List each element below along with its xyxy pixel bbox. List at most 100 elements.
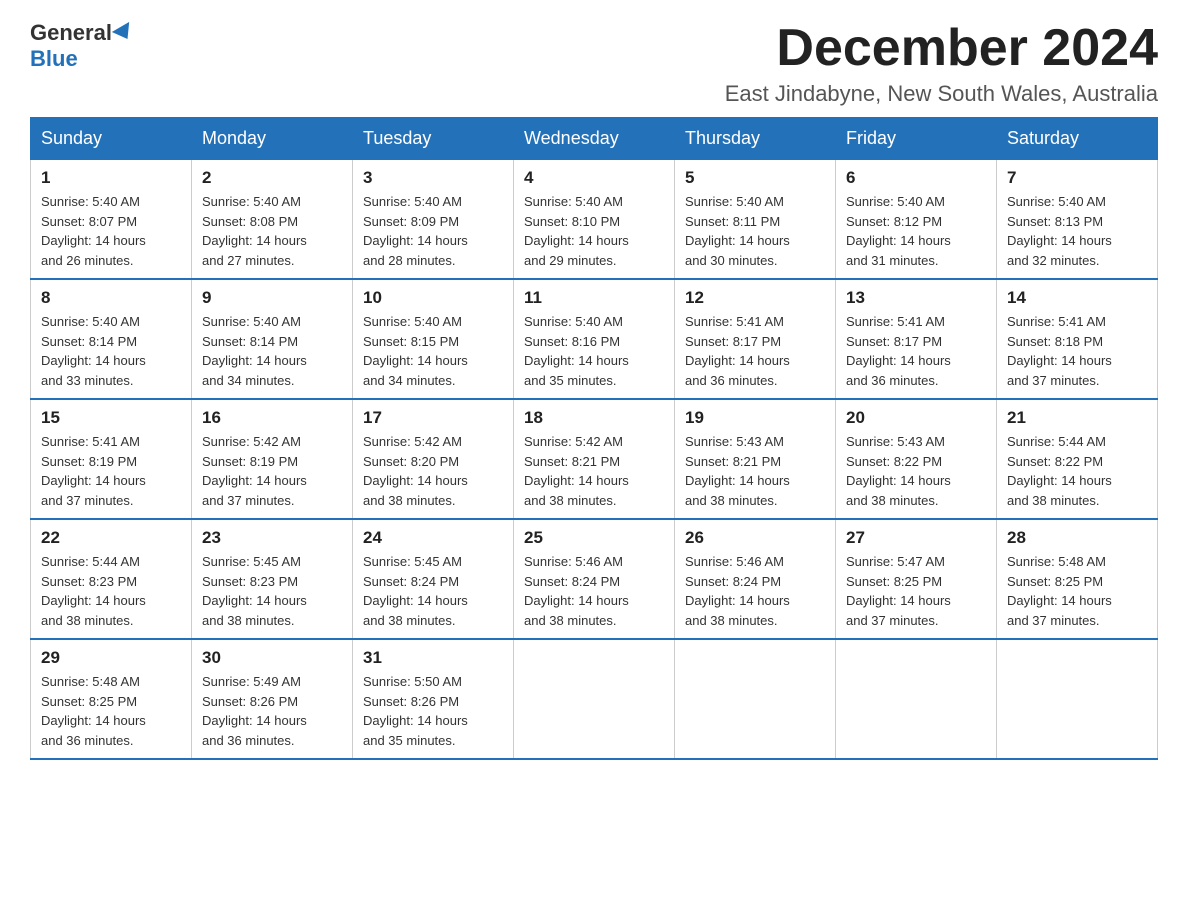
calendar-day-cell: 12 Sunrise: 5:41 AM Sunset: 8:17 PM Dayl…	[675, 279, 836, 399]
day-info: Sunrise: 5:44 AM Sunset: 8:22 PM Dayligh…	[1007, 432, 1147, 510]
day-info: Sunrise: 5:49 AM Sunset: 8:26 PM Dayligh…	[202, 672, 342, 750]
day-number: 12	[685, 288, 825, 308]
calendar-day-cell: 14 Sunrise: 5:41 AM Sunset: 8:18 PM Dayl…	[997, 279, 1158, 399]
day-number: 23	[202, 528, 342, 548]
logo: General Blue	[30, 20, 136, 72]
day-info: Sunrise: 5:50 AM Sunset: 8:26 PM Dayligh…	[363, 672, 503, 750]
day-number: 16	[202, 408, 342, 428]
day-info: Sunrise: 5:40 AM Sunset: 8:14 PM Dayligh…	[41, 312, 181, 390]
calendar-header-row: SundayMondayTuesdayWednesdayThursdayFrid…	[31, 118, 1158, 160]
day-number: 5	[685, 168, 825, 188]
calendar-day-cell: 10 Sunrise: 5:40 AM Sunset: 8:15 PM Dayl…	[353, 279, 514, 399]
calendar-day-cell: 11 Sunrise: 5:40 AM Sunset: 8:16 PM Dayl…	[514, 279, 675, 399]
calendar-day-cell: 1 Sunrise: 5:40 AM Sunset: 8:07 PM Dayli…	[31, 160, 192, 280]
title-area: December 2024 East Jindabyne, New South …	[725, 20, 1158, 107]
calendar-table: SundayMondayTuesdayWednesdayThursdayFrid…	[30, 117, 1158, 760]
day-number: 4	[524, 168, 664, 188]
day-number: 19	[685, 408, 825, 428]
calendar-day-cell: 9 Sunrise: 5:40 AM Sunset: 8:14 PM Dayli…	[192, 279, 353, 399]
calendar-day-cell: 27 Sunrise: 5:47 AM Sunset: 8:25 PM Dayl…	[836, 519, 997, 639]
day-number: 21	[1007, 408, 1147, 428]
calendar-header-cell: Thursday	[675, 118, 836, 160]
calendar-header-cell: Tuesday	[353, 118, 514, 160]
calendar-day-cell: 13 Sunrise: 5:41 AM Sunset: 8:17 PM Dayl…	[836, 279, 997, 399]
calendar-day-cell	[836, 639, 997, 759]
day-number: 22	[41, 528, 181, 548]
day-number: 31	[363, 648, 503, 668]
calendar-day-cell: 28 Sunrise: 5:48 AM Sunset: 8:25 PM Dayl…	[997, 519, 1158, 639]
day-number: 1	[41, 168, 181, 188]
calendar-day-cell: 30 Sunrise: 5:49 AM Sunset: 8:26 PM Dayl…	[192, 639, 353, 759]
day-info: Sunrise: 5:43 AM Sunset: 8:21 PM Dayligh…	[685, 432, 825, 510]
day-number: 2	[202, 168, 342, 188]
day-number: 11	[524, 288, 664, 308]
day-info: Sunrise: 5:44 AM Sunset: 8:23 PM Dayligh…	[41, 552, 181, 630]
day-number: 30	[202, 648, 342, 668]
day-info: Sunrise: 5:40 AM Sunset: 8:13 PM Dayligh…	[1007, 192, 1147, 270]
day-info: Sunrise: 5:40 AM Sunset: 8:10 PM Dayligh…	[524, 192, 664, 270]
day-info: Sunrise: 5:42 AM Sunset: 8:20 PM Dayligh…	[363, 432, 503, 510]
calendar-day-cell: 22 Sunrise: 5:44 AM Sunset: 8:23 PM Dayl…	[31, 519, 192, 639]
calendar-day-cell: 5 Sunrise: 5:40 AM Sunset: 8:11 PM Dayli…	[675, 160, 836, 280]
day-info: Sunrise: 5:42 AM Sunset: 8:21 PM Dayligh…	[524, 432, 664, 510]
day-number: 10	[363, 288, 503, 308]
calendar-week-row: 1 Sunrise: 5:40 AM Sunset: 8:07 PM Dayli…	[31, 160, 1158, 280]
logo-arrow-icon	[112, 22, 136, 44]
calendar-day-cell: 24 Sunrise: 5:45 AM Sunset: 8:24 PM Dayl…	[353, 519, 514, 639]
day-info: Sunrise: 5:40 AM Sunset: 8:14 PM Dayligh…	[202, 312, 342, 390]
day-info: Sunrise: 5:48 AM Sunset: 8:25 PM Dayligh…	[41, 672, 181, 750]
day-number: 26	[685, 528, 825, 548]
calendar-day-cell: 18 Sunrise: 5:42 AM Sunset: 8:21 PM Dayl…	[514, 399, 675, 519]
day-number: 6	[846, 168, 986, 188]
day-number: 8	[41, 288, 181, 308]
day-info: Sunrise: 5:40 AM Sunset: 8:11 PM Dayligh…	[685, 192, 825, 270]
day-number: 17	[363, 408, 503, 428]
calendar-day-cell: 2 Sunrise: 5:40 AM Sunset: 8:08 PM Dayli…	[192, 160, 353, 280]
calendar-day-cell: 6 Sunrise: 5:40 AM Sunset: 8:12 PM Dayli…	[836, 160, 997, 280]
day-info: Sunrise: 5:42 AM Sunset: 8:19 PM Dayligh…	[202, 432, 342, 510]
day-info: Sunrise: 5:41 AM Sunset: 8:17 PM Dayligh…	[846, 312, 986, 390]
day-info: Sunrise: 5:46 AM Sunset: 8:24 PM Dayligh…	[685, 552, 825, 630]
day-number: 3	[363, 168, 503, 188]
calendar-day-cell: 3 Sunrise: 5:40 AM Sunset: 8:09 PM Dayli…	[353, 160, 514, 280]
calendar-day-cell: 25 Sunrise: 5:46 AM Sunset: 8:24 PM Dayl…	[514, 519, 675, 639]
day-number: 27	[846, 528, 986, 548]
day-number: 29	[41, 648, 181, 668]
day-info: Sunrise: 5:45 AM Sunset: 8:23 PM Dayligh…	[202, 552, 342, 630]
calendar-day-cell: 21 Sunrise: 5:44 AM Sunset: 8:22 PM Dayl…	[997, 399, 1158, 519]
day-info: Sunrise: 5:40 AM Sunset: 8:09 PM Dayligh…	[363, 192, 503, 270]
day-info: Sunrise: 5:40 AM Sunset: 8:16 PM Dayligh…	[524, 312, 664, 390]
calendar-header-cell: Friday	[836, 118, 997, 160]
day-info: Sunrise: 5:46 AM Sunset: 8:24 PM Dayligh…	[524, 552, 664, 630]
calendar-day-cell: 16 Sunrise: 5:42 AM Sunset: 8:19 PM Dayl…	[192, 399, 353, 519]
day-info: Sunrise: 5:40 AM Sunset: 8:15 PM Dayligh…	[363, 312, 503, 390]
calendar-header-cell: Monday	[192, 118, 353, 160]
calendar-day-cell: 8 Sunrise: 5:40 AM Sunset: 8:14 PM Dayli…	[31, 279, 192, 399]
day-number: 13	[846, 288, 986, 308]
day-number: 25	[524, 528, 664, 548]
calendar-day-cell: 15 Sunrise: 5:41 AM Sunset: 8:19 PM Dayl…	[31, 399, 192, 519]
calendar-week-row: 8 Sunrise: 5:40 AM Sunset: 8:14 PM Dayli…	[31, 279, 1158, 399]
calendar-day-cell: 29 Sunrise: 5:48 AM Sunset: 8:25 PM Dayl…	[31, 639, 192, 759]
calendar-day-cell: 26 Sunrise: 5:46 AM Sunset: 8:24 PM Dayl…	[675, 519, 836, 639]
day-number: 28	[1007, 528, 1147, 548]
day-info: Sunrise: 5:40 AM Sunset: 8:08 PM Dayligh…	[202, 192, 342, 270]
day-number: 15	[41, 408, 181, 428]
calendar-week-row: 29 Sunrise: 5:48 AM Sunset: 8:25 PM Dayl…	[31, 639, 1158, 759]
calendar-day-cell: 20 Sunrise: 5:43 AM Sunset: 8:22 PM Dayl…	[836, 399, 997, 519]
calendar-week-row: 15 Sunrise: 5:41 AM Sunset: 8:19 PM Dayl…	[31, 399, 1158, 519]
day-info: Sunrise: 5:41 AM Sunset: 8:17 PM Dayligh…	[685, 312, 825, 390]
day-number: 20	[846, 408, 986, 428]
month-title: December 2024	[725, 20, 1158, 77]
calendar-day-cell: 31 Sunrise: 5:50 AM Sunset: 8:26 PM Dayl…	[353, 639, 514, 759]
calendar-day-cell: 17 Sunrise: 5:42 AM Sunset: 8:20 PM Dayl…	[353, 399, 514, 519]
day-info: Sunrise: 5:43 AM Sunset: 8:22 PM Dayligh…	[846, 432, 986, 510]
calendar-day-cell: 19 Sunrise: 5:43 AM Sunset: 8:21 PM Dayl…	[675, 399, 836, 519]
day-info: Sunrise: 5:47 AM Sunset: 8:25 PM Dayligh…	[846, 552, 986, 630]
day-number: 14	[1007, 288, 1147, 308]
calendar-header-cell: Saturday	[997, 118, 1158, 160]
calendar-header-cell: Wednesday	[514, 118, 675, 160]
calendar-day-cell: 23 Sunrise: 5:45 AM Sunset: 8:23 PM Dayl…	[192, 519, 353, 639]
calendar-day-cell	[675, 639, 836, 759]
day-info: Sunrise: 5:48 AM Sunset: 8:25 PM Dayligh…	[1007, 552, 1147, 630]
